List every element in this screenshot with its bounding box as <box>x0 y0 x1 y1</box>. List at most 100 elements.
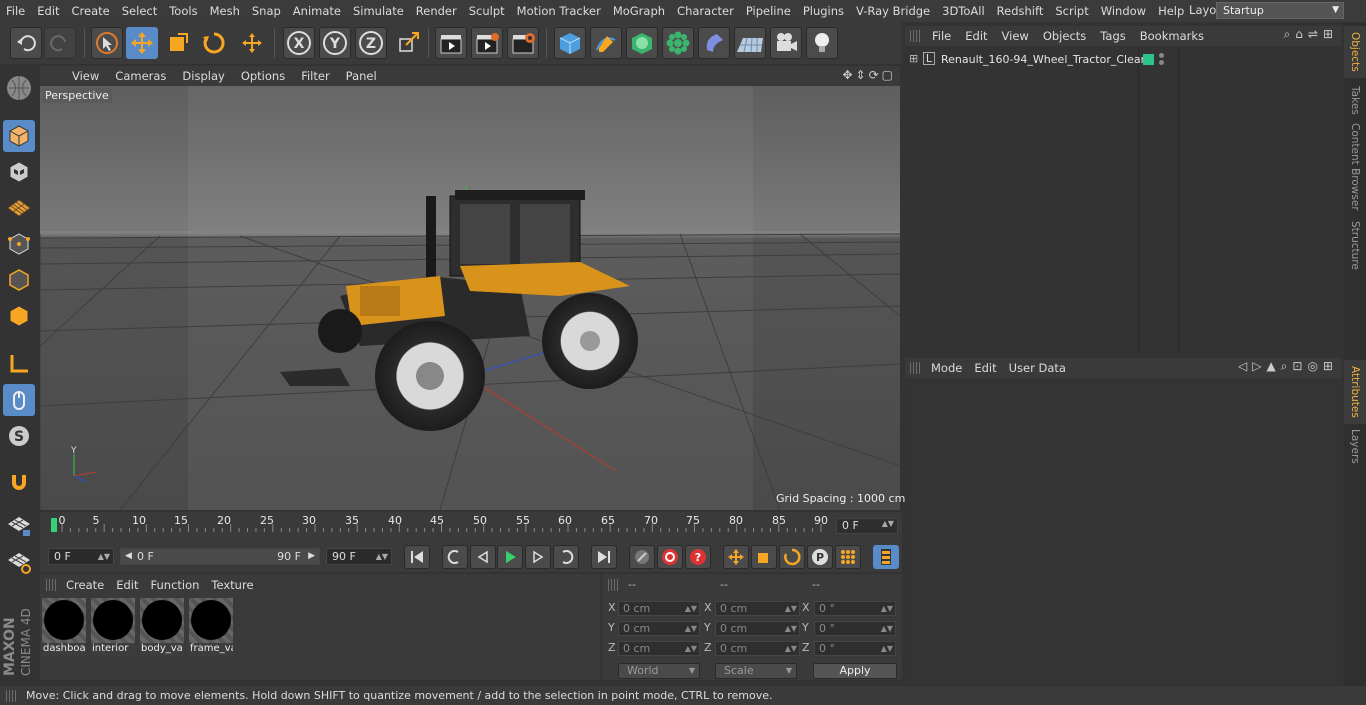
key-parameter-button[interactable]: P <box>807 545 833 569</box>
add-pen-spline-button[interactable] <box>590 27 622 59</box>
next-key-button[interactable] <box>553 545 579 569</box>
menu-plugins[interactable]: Plugins <box>797 4 850 18</box>
menu-file[interactable]: File <box>0 4 31 18</box>
spinner-icon[interactable]: ▲▼ <box>685 602 697 615</box>
spinner-icon[interactable]: ▲▼ <box>881 642 893 655</box>
object-manager-tools-icons[interactable]: ⌕⌂⇌⊞ <box>1284 27 1338 42</box>
spinner-icon[interactable]: ▲▼ <box>376 549 388 564</box>
lock-y-axis-button[interactable]: Y <box>319 27 351 59</box>
attribute-menu-edit[interactable]: Edit <box>968 361 1002 375</box>
size-x-field[interactable]: 0 cm ▲▼ <box>715 601 800 616</box>
snap-button[interactable]: S <box>3 420 35 452</box>
menu-mesh[interactable]: Mesh <box>204 4 246 18</box>
key-rotation-button[interactable] <box>779 545 805 569</box>
magnet-button[interactable] <box>3 466 35 498</box>
menu-mograph[interactable]: MoGraph <box>607 4 671 18</box>
expand-plus-icon[interactable]: ⊞ <box>909 52 918 65</box>
play-button[interactable] <box>497 545 523 569</box>
points-mode-button[interactable] <box>3 228 35 260</box>
rotation-p-field[interactable]: 0 ° ▲▼ <box>814 621 896 636</box>
size-z-field[interactable]: 0 cm ▲▼ <box>715 641 800 656</box>
render-picture-viewer-button[interactable] <box>471 27 503 59</box>
menu-tools[interactable]: Tools <box>163 4 203 18</box>
spinner-icon[interactable]: ▲▼ <box>685 622 697 635</box>
menu-3dtoall[interactable]: 3DToAll <box>936 4 991 18</box>
spinner-icon[interactable]: ▲▼ <box>685 642 697 655</box>
previous-frame-button[interactable] <box>470 545 496 569</box>
undo-button[interactable] <box>10 27 42 59</box>
viewport-menu-filter[interactable]: Filter <box>293 69 337 83</box>
spinner-icon[interactable]: ▲▼ <box>881 622 893 635</box>
panel-grip-icon[interactable] <box>46 579 58 591</box>
layout-dropdown[interactable]: Startup ▼ <box>1216 2 1344 19</box>
panel-grip-icon[interactable] <box>608 579 620 591</box>
polygons-mode-button[interactable] <box>3 300 35 332</box>
object-menu-objects[interactable]: Objects <box>1036 29 1093 43</box>
redo-button[interactable] <box>44 27 76 59</box>
go-to-end-button[interactable] <box>591 545 617 569</box>
make-editable-button[interactable] <box>3 72 35 104</box>
add-cloner-button[interactable] <box>662 27 694 59</box>
object-menu-edit[interactable]: Edit <box>958 29 994 43</box>
menu-snap[interactable]: Snap <box>246 4 287 18</box>
add-camera-button[interactable] <box>770 27 802 59</box>
viewport-menu-options[interactable]: Options <box>233 69 293 83</box>
menu-script[interactable]: Script <box>1049 4 1094 18</box>
workplane-rotate-button[interactable] <box>3 546 35 578</box>
texture-mode-button[interactable] <box>3 156 35 188</box>
key-scale-button[interactable] <box>751 545 777 569</box>
timeline-ruler[interactable]: 0 5 10 15 20 25 30 35 40 45 50 55 60 65 … <box>50 514 830 532</box>
key-position-button[interactable] <box>723 545 749 569</box>
frame-range-slider[interactable]: ◀ 0 F 90 F ▶ <box>120 548 320 565</box>
tab-objects[interactable]: Objects <box>1344 26 1366 78</box>
material-swatch[interactable]: dashboard <box>42 598 86 656</box>
axis-mode-button[interactable] <box>3 348 35 380</box>
next-frame-button[interactable] <box>525 545 551 569</box>
viewport-menu-cameras[interactable]: Cameras <box>107 69 174 83</box>
object-menu-bookmarks[interactable]: Bookmarks <box>1133 29 1211 43</box>
tab-layers[interactable]: Layers <box>1344 426 1366 466</box>
spinner-icon[interactable]: ▲▼ <box>882 519 894 528</box>
menu-render[interactable]: Render <box>410 4 463 18</box>
add-cube-button[interactable] <box>554 27 586 59</box>
menu-select[interactable]: Select <box>116 4 163 18</box>
spinner-icon[interactable]: ▲▼ <box>98 549 110 564</box>
attribute-tools-icons[interactable]: ◁▷▲⌕⊡◎⊞ <box>1238 359 1338 374</box>
material-menu-edit[interactable]: Edit <box>110 578 144 592</box>
material-swatch[interactable]: frame_va <box>189 598 233 656</box>
panel-grip-icon[interactable] <box>910 30 922 42</box>
attribute-menu-user-data[interactable]: User Data <box>1003 361 1072 375</box>
viewport-menu-display[interactable]: Display <box>174 69 232 83</box>
viewport-3d[interactable]: Y <box>40 86 900 510</box>
menu-window[interactable]: Window <box>1095 4 1152 18</box>
tab-attributes[interactable]: Attributes <box>1344 360 1366 424</box>
tweak-mode-button[interactable] <box>3 384 35 416</box>
add-floor-button[interactable] <box>734 27 766 59</box>
attribute-menu-mode[interactable]: Mode <box>925 361 968 375</box>
object-name[interactable]: Renault_160-94_Wheel_Tractor_Clean <box>941 53 1148 66</box>
tab-takes[interactable]: Takes <box>1344 82 1366 118</box>
model-mode-button[interactable] <box>3 120 35 152</box>
tab-structure[interactable]: Structure <box>1344 218 1366 272</box>
add-subdivision-button[interactable] <box>626 27 658 59</box>
coordinate-space-dropdown[interactable]: World ▼ <box>618 663 700 679</box>
render-view-button[interactable] <box>435 27 467 59</box>
material-menu-function[interactable]: Function <box>145 578 206 592</box>
viewport-nav-icons[interactable]: ✥⇕⟳▢ <box>842 68 896 82</box>
lock-x-axis-button[interactable]: X <box>283 27 315 59</box>
lock-z-axis-button[interactable]: Z <box>355 27 387 59</box>
rotation-h-field[interactable]: 0 ° ▲▼ <box>814 601 896 616</box>
transform-tool-button[interactable] <box>236 27 268 59</box>
apply-button[interactable]: Apply <box>813 663 897 679</box>
menu-sculpt[interactable]: Sculpt <box>463 4 511 18</box>
visibility-tag-icon[interactable] <box>1143 54 1154 65</box>
size-y-field[interactable]: 0 cm ▲▼ <box>715 621 800 636</box>
menu-animate[interactable]: Animate <box>287 4 347 18</box>
menu-create[interactable]: Create <box>66 4 116 18</box>
workplane-lock-button[interactable] <box>3 510 35 542</box>
menu-redshift[interactable]: Redshift <box>991 4 1050 18</box>
object-menu-view[interactable]: View <box>995 29 1036 43</box>
panel-grip-icon[interactable] <box>910 362 922 374</box>
menu-character[interactable]: Character <box>671 4 740 18</box>
position-z-field[interactable]: 0 cm ▲▼ <box>618 641 700 656</box>
